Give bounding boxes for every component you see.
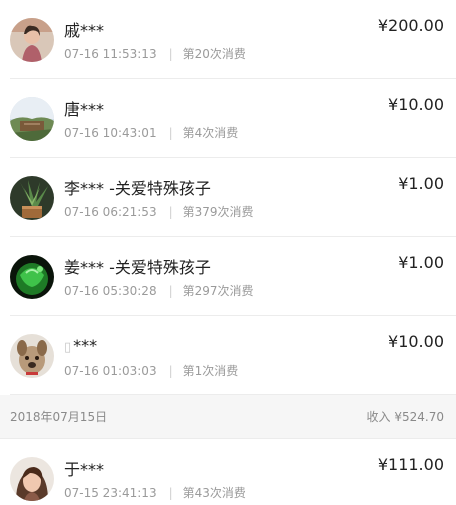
transaction-meta: 07-16 01:03:03 | 第1次消费 <box>64 364 444 378</box>
transaction-time: 07-16 10:43:01 <box>64 125 157 140</box>
transaction-meta: 07-16 06:21:53 | 第379次消费 <box>64 205 444 219</box>
avatar-woman-icon <box>10 17 54 62</box>
transaction-meta: 07-16 10:43:01 | 第4次消费 <box>64 126 444 140</box>
transaction-row[interactable]: 于*** 07-15 23:41:13 | 第43次消费 ¥111.00 <box>0 439 456 505</box>
avatar-pet-icon <box>10 333 54 378</box>
transaction-time: 07-15 23:41:13 <box>64 485 157 500</box>
transaction-meta: 07-15 23:41:13 | 第43次消费 <box>64 486 444 500</box>
transaction-time: 07-16 05:30:28 <box>64 283 157 298</box>
customer-name-text: *** <box>73 335 98 355</box>
transaction-time: 07-16 06:21:53 <box>64 204 157 219</box>
separator: | <box>168 204 173 219</box>
transaction-meta: 07-16 05:30:28 | 第297次消费 <box>64 284 444 298</box>
transaction-amount: ¥111.00 <box>377 455 444 474</box>
group-date: 2018年07月15日 <box>10 410 108 424</box>
separator: | <box>168 125 173 140</box>
transaction-row[interactable]: ▯ *** 07-16 01:03:03 | 第1次消费 ¥10.00 <box>0 316 456 395</box>
avatar-landscape-icon <box>10 96 54 141</box>
transaction-amount: ¥1.00 <box>398 174 444 193</box>
separator: | <box>168 46 173 61</box>
visit-count: 第297次消费 <box>182 283 254 298</box>
customer-name: 姜*** -关爱特殊孩子 <box>64 257 211 277</box>
separator: | <box>168 283 173 298</box>
visit-count: 第379次消费 <box>182 204 254 219</box>
transaction-amount: ¥200.00 <box>377 16 444 35</box>
avatar-woman-icon <box>10 456 54 501</box>
visit-count: 第1次消费 <box>182 363 239 378</box>
transaction-row[interactable]: 唐*** 07-16 10:43:01 | 第4次消费 ¥10.00 <box>0 79 456 158</box>
transaction-row[interactable]: 李*** -关爱特殊孩子 07-16 06:21:53 | 第379次消费 ¥1.0… <box>0 158 456 237</box>
visit-count: 第4次消费 <box>182 125 239 140</box>
transaction-amount: ¥10.00 <box>388 332 444 351</box>
transaction-time: 07-16 11:53:13 <box>64 46 157 61</box>
visit-count: 第20次消费 <box>182 46 246 61</box>
customer-name: 李*** -关爱特殊孩子 <box>64 178 211 198</box>
separator: | <box>168 363 173 378</box>
avatar-plant-icon <box>10 175 54 220</box>
transaction-row[interactable]: 戚*** 07-16 11:53:13 | 第20次消费 ¥200.00 <box>0 0 456 79</box>
transaction-list: 戚*** 07-16 11:53:13 | 第20次消费 ¥200.00 唐*** … <box>0 0 456 505</box>
group-income: 收入 ¥524.70 <box>366 410 444 424</box>
customer-name: 唐*** <box>64 99 105 119</box>
transaction-amount: ¥1.00 <box>398 253 444 272</box>
customer-name: ▯ *** <box>64 335 98 355</box>
transaction-row[interactable]: 姜*** -关爱特殊孩子 07-16 05:30:28 | 第297次消费 ¥1.0… <box>0 237 456 316</box>
visit-count: 第43次消费 <box>182 485 246 500</box>
separator: | <box>168 485 173 500</box>
transaction-meta: 07-16 11:53:13 | 第20次消费 <box>64 47 444 61</box>
transaction-amount: ¥10.00 <box>388 95 444 114</box>
avatar-green-leaf-icon <box>10 254 54 299</box>
transaction-time: 07-16 01:03:03 <box>64 363 157 378</box>
date-group-header: 2018年07月15日 收入 ¥524.70 <box>0 395 456 439</box>
